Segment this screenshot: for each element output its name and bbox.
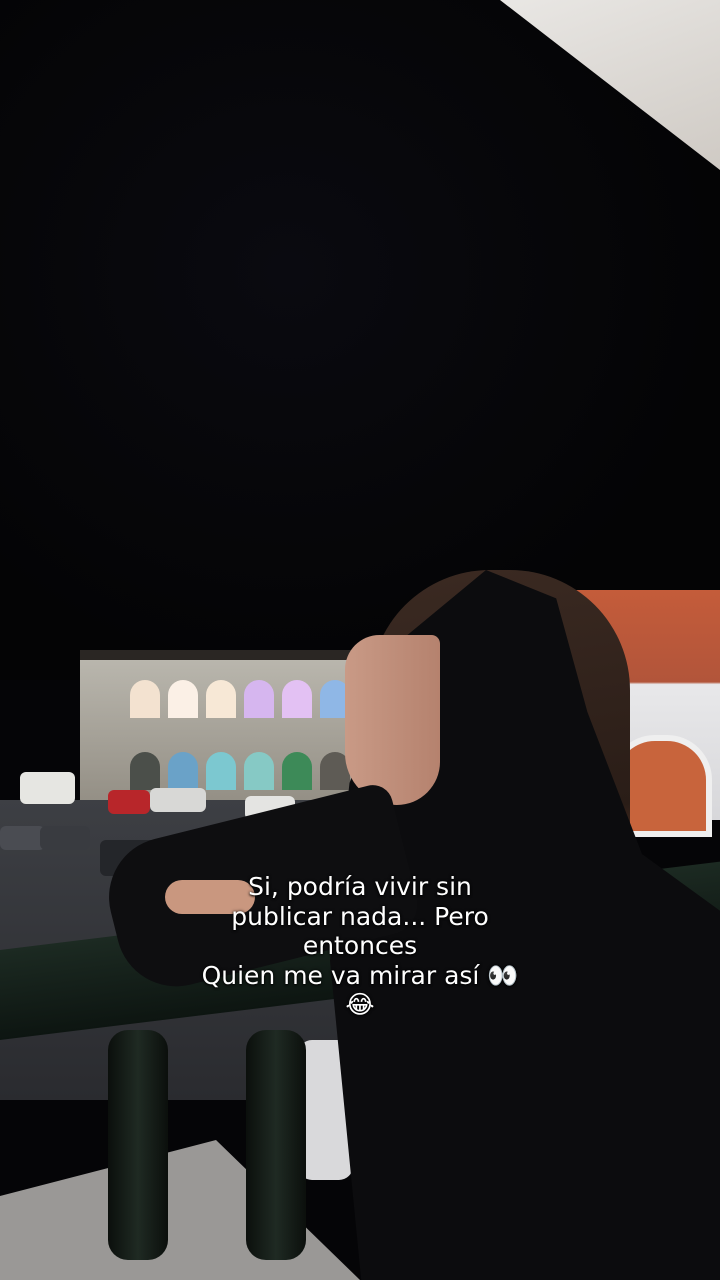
caption-overlay: Si, podría vivir sin publicar nada... Pe…: [160, 872, 560, 1020]
arch: [244, 752, 274, 790]
upper-arches: [130, 680, 360, 718]
baluster: [246, 1030, 306, 1260]
lower-arches: [130, 752, 360, 790]
arch: [282, 752, 312, 790]
van: [20, 772, 75, 804]
arch: [282, 680, 312, 718]
caption-line: publicar nada... Pero: [231, 901, 489, 931]
arch: [168, 752, 198, 790]
face: [345, 635, 440, 805]
arch: [168, 680, 198, 718]
arch: [130, 752, 160, 790]
baluster: [108, 1030, 168, 1260]
car: [0, 826, 45, 850]
arch: [244, 680, 274, 718]
arch: [206, 752, 236, 790]
night-sky: [0, 0, 720, 680]
caption-line: Quien me va mirar así 👀: [201, 960, 519, 990]
arch: [130, 680, 160, 718]
car: [108, 790, 150, 814]
arch: [206, 680, 236, 718]
car: [150, 788, 206, 812]
photo-scene: [0, 0, 720, 1280]
caption-emoji: 😂: [345, 990, 375, 1019]
caption-line: Si, podría vivir sin: [248, 872, 472, 901]
caption-line: entonces: [302, 931, 418, 960]
car: [40, 826, 90, 850]
